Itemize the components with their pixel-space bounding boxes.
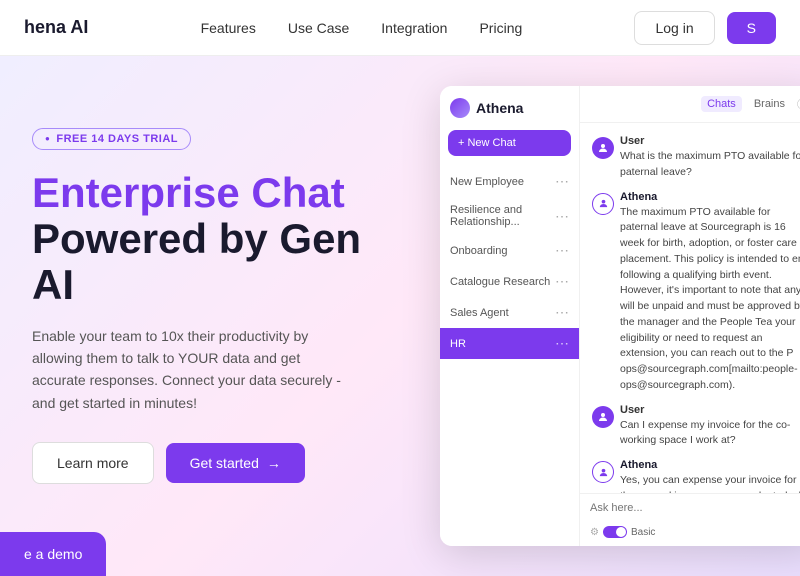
sidebar-item-label: Sales Agent <box>450 307 509 319</box>
tab-chats[interactable]: Chats <box>701 96 742 112</box>
demo-button[interactable]: e a demo <box>0 532 106 576</box>
get-started-label: Get started <box>190 455 259 471</box>
arrow-icon: → <box>267 455 281 471</box>
chat-header: Chats Brains ⓘ <box>580 86 800 123</box>
hero-subtitle: Enable your team to 10x their productivi… <box>32 325 352 415</box>
message-text: Can I expense my invoice for the co-work… <box>620 418 800 450</box>
message-row: Athena The maximum PTO available for pat… <box>592 191 800 394</box>
user-avatar <box>592 406 614 428</box>
nav-features[interactable]: Features <box>201 20 256 36</box>
athena-avatar <box>592 461 614 483</box>
hero-section: FREE 14 DAYS TRIAL Enterprise Chat Power… <box>0 56 420 576</box>
header: hena AI Features Use Case Integration Pr… <box>0 0 800 56</box>
sidebar-item-label: Resilience and Relationship... <box>450 204 555 228</box>
trial-badge: FREE 14 DAYS TRIAL <box>32 128 191 150</box>
sidebar-item-onboarding[interactable]: Onboarding ⋯ <box>440 235 579 266</box>
dots-icon: ⋯ <box>555 208 569 225</box>
sidebar-item-hr[interactable]: HR ⋯ <box>440 328 579 359</box>
message-sender: Athena <box>620 191 800 203</box>
chat-messages: User What is the maximum PTO available f… <box>580 123 800 493</box>
sidebar-item-label: Catalogue Research <box>450 276 550 288</box>
message-sender: User <box>620 135 800 147</box>
main-nav: Features Use Case Integration Pricing <box>201 20 523 36</box>
message-sender: Athena <box>620 459 800 471</box>
message-content: User What is the maximum PTO available f… <box>620 135 800 181</box>
nav-integration[interactable]: Integration <box>381 20 447 36</box>
mode-label: Basic <box>631 527 655 538</box>
dots-icon: ⋯ <box>555 335 569 352</box>
message-content: Athena The maximum PTO available for pat… <box>620 191 800 394</box>
sidebar-item-resilience[interactable]: Resilience and Relationship... ⋯ <box>440 197 579 235</box>
athena-logo-text: Athena <box>476 100 523 116</box>
settings-icon: ⚙ <box>590 527 599 538</box>
message-row: User Can I expense my invoice for the co… <box>592 404 800 450</box>
chat-main-area: Chats Brains ⓘ User What is the maximum … <box>580 86 800 546</box>
mode-toggle[interactable] <box>603 526 627 538</box>
main-content: FREE 14 DAYS TRIAL Enterprise Chat Power… <box>0 56 800 576</box>
headline-part2: Powered by Gen AI <box>32 215 361 308</box>
chat-preview: Athena + New Chat New Employee ⋯ Resilie… <box>420 56 800 576</box>
chat-window: Athena + New Chat New Employee ⋯ Resilie… <box>440 86 800 546</box>
dots-icon: ⋯ <box>555 273 569 290</box>
chat-input-area[interactable] <box>580 493 800 522</box>
chat-input[interactable] <box>590 502 800 514</box>
learn-more-button[interactable]: Learn more <box>32 442 154 484</box>
dots-icon: ⋯ <box>555 173 569 190</box>
new-chat-button[interactable]: + New Chat <box>448 130 571 156</box>
logo: hena AI <box>24 17 88 38</box>
headline-part1: Enterprise Chat <box>32 169 345 216</box>
signup-button[interactable]: S <box>727 12 776 44</box>
chat-sidebar: Athena + New Chat New Employee ⋯ Resilie… <box>440 86 580 546</box>
sidebar-item-label: New Employee <box>450 176 524 188</box>
chat-tabs: Chats Brains ⓘ <box>701 96 800 112</box>
message-row: User What is the maximum PTO available f… <box>592 135 800 181</box>
tab-brains[interactable]: Brains <box>748 96 791 112</box>
sidebar-item-sales[interactable]: Sales Agent ⋯ <box>440 297 579 328</box>
message-content: Athena Yes, you can expense your invoice… <box>620 459 800 493</box>
chat-logo: Athena <box>440 98 579 130</box>
hero-headline: Enterprise Chat Powered by Gen AI <box>32 170 388 309</box>
athena-logo-icon <box>450 98 470 118</box>
message-row: Athena Yes, you can expense your invoice… <box>592 459 800 493</box>
login-button[interactable]: Log in <box>634 11 714 45</box>
message-text: Yes, you can expense your invoice for th… <box>620 473 800 493</box>
message-text: What is the maximum PTO available for pa… <box>620 149 800 181</box>
sidebar-item-label: Onboarding <box>450 245 508 257</box>
dots-icon: ⋯ <box>555 304 569 321</box>
nav-pricing[interactable]: Pricing <box>479 20 522 36</box>
nav-use-case[interactable]: Use Case <box>288 20 349 36</box>
message-sender: User <box>620 404 800 416</box>
chat-footer: ⚙ Basic <box>580 522 800 546</box>
cta-buttons: Learn more Get started → <box>32 442 388 484</box>
dots-icon: ⋯ <box>555 242 569 259</box>
get-started-button[interactable]: Get started → <box>166 443 305 483</box>
header-actions: Log in S <box>634 11 776 45</box>
athena-avatar <box>592 193 614 215</box>
sidebar-item-label: HR <box>450 338 466 350</box>
message-content: User Can I expense my invoice for the co… <box>620 404 800 450</box>
user-avatar <box>592 137 614 159</box>
sidebar-item-new-employee[interactable]: New Employee ⋯ <box>440 166 579 197</box>
sidebar-item-catalogue[interactable]: Catalogue Research ⋯ <box>440 266 579 297</box>
message-text: The maximum PTO available for paternal l… <box>620 205 800 394</box>
